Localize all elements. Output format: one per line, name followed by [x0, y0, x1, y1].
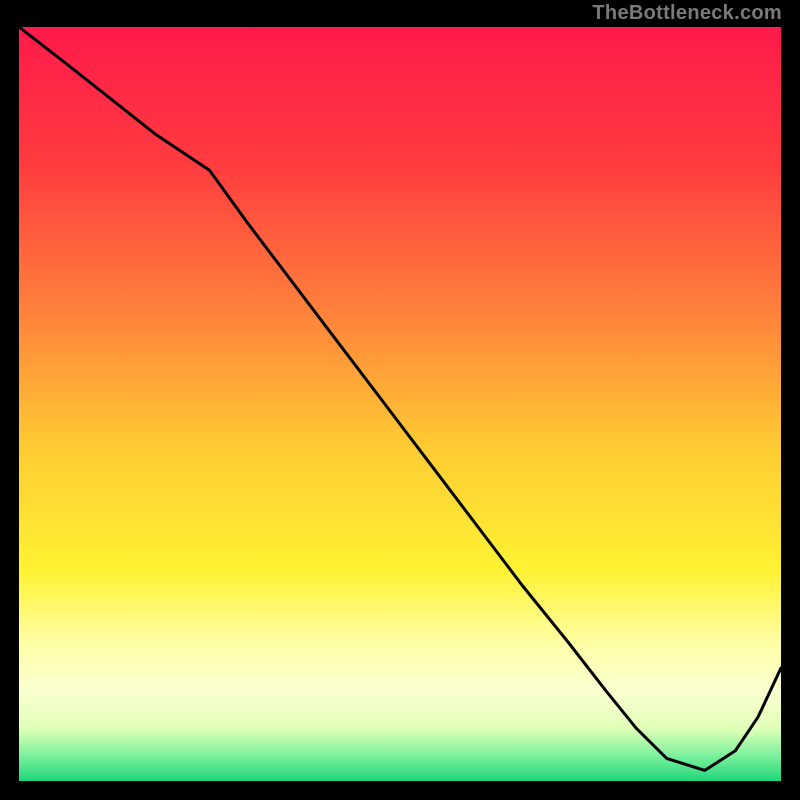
- watermark-text: TheBottleneck.com: [592, 2, 782, 25]
- chart-frame: TheBottleneck.com: [0, 0, 800, 800]
- plot-area: [19, 27, 781, 781]
- gradient-background: [19, 27, 781, 781]
- chart-svg: [19, 27, 781, 781]
